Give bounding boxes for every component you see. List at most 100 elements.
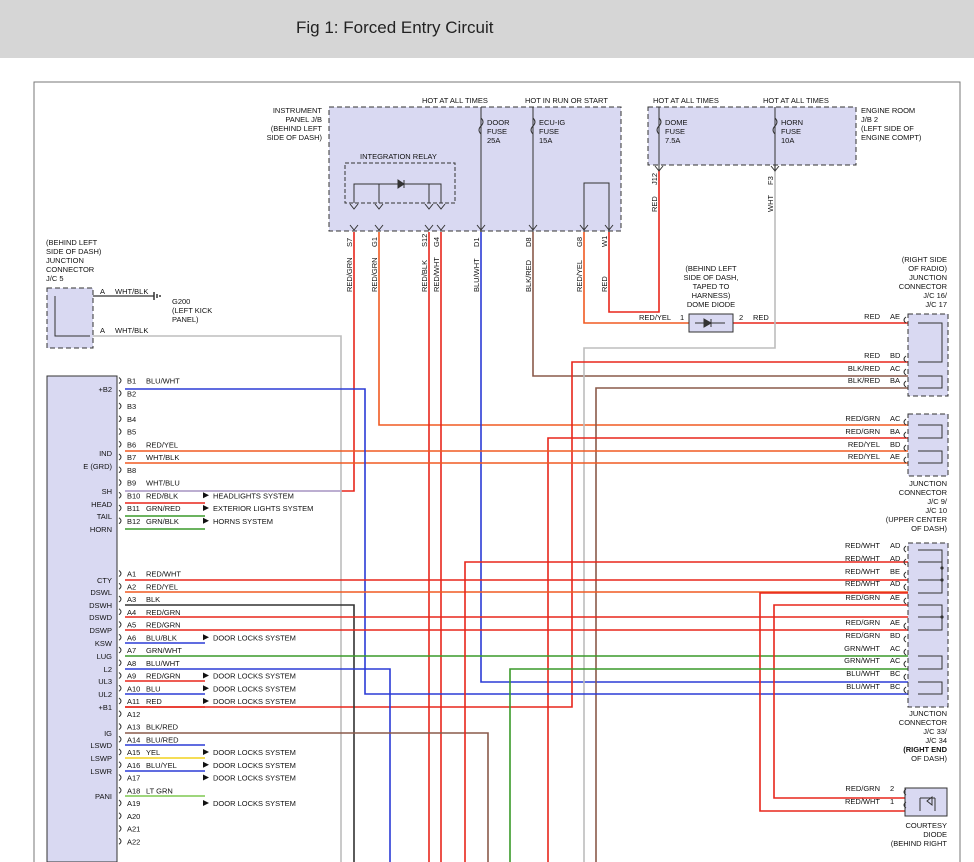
ecu-pin-a22: A22	[127, 837, 140, 846]
ecu-side-label-dswd: DSWD	[89, 613, 112, 622]
top-wire-g8: RED/YEL	[575, 260, 584, 292]
ecu-dest-a17: DOOR LOCKS SYSTEM	[213, 774, 296, 783]
jc33-wire-1: RED/WHT	[845, 554, 880, 563]
ip-jb-label: INSTRUMENT PANEL J/B (BEHIND LEFT SIDE O…	[267, 106, 323, 142]
ecu-dest-a16: DOOR LOCKS SYSTEM	[213, 761, 296, 770]
svg-text:(BEHIND LEFT: (BEHIND LEFT	[46, 238, 98, 247]
ecu-side-label-lswp: LSWP	[91, 754, 112, 763]
courtesy-pin-1: 1	[890, 797, 894, 806]
top-pin-s12: S12	[420, 234, 429, 247]
svg-text:(LEFT SIDE OF: (LEFT SIDE OF	[861, 124, 914, 133]
courtesy-diode-box	[904, 787, 948, 817]
integration-relay-label: INTEGRATION RELAY	[360, 152, 437, 161]
jc33-wire-2: RED/WHT	[845, 567, 880, 576]
ecu-pin-mark-b11	[118, 504, 122, 512]
svg-text:25A: 25A	[487, 136, 500, 145]
svg-text:JUNCTION: JUNCTION	[909, 273, 947, 282]
ecu-pin-a19: A19	[127, 799, 140, 808]
ecu-pin-b10: B10	[127, 491, 140, 500]
svg-text:SIDE OF DASH,: SIDE OF DASH,	[683, 273, 738, 282]
svg-text:CONNECTOR: CONNECTOR	[899, 282, 948, 291]
svg-text:7.5A: 7.5A	[665, 136, 680, 145]
ecu-wire-a6: BLU/BLK	[146, 633, 177, 642]
jc9-pin-mark-1	[903, 431, 907, 439]
ecu-dest-a19: DOOR LOCKS SYSTEM	[213, 799, 296, 808]
svg-text:FUSE: FUSE	[487, 127, 507, 136]
jc9-label: JUNCTION CONNECTOR J/C 9/ J/C 10 (UPPER …	[886, 479, 948, 533]
ecu-pin-b5: B5	[127, 428, 136, 437]
ecu-pin-a5: A5	[127, 621, 136, 630]
jc33-pin-mark-8	[903, 660, 907, 668]
ecu-pin-a20: A20	[127, 812, 140, 821]
svg-text:ENGINE COMPT): ENGINE COMPT)	[861, 133, 922, 142]
jc33-pin-3: AD	[890, 579, 901, 588]
svg-text:ECU-IG: ECU-IG	[539, 118, 565, 127]
svg-text:J/C 10: J/C 10	[925, 506, 947, 515]
jc5-wire-2: WHT/BLK	[115, 326, 148, 335]
wire-jc33-red-wht-2	[464, 561, 918, 862]
ecu-pin-mark-a17	[118, 774, 122, 781]
jc33-pin-mark-7	[903, 648, 907, 656]
jc9-wire-1: RED/GRN	[845, 427, 880, 436]
jc33-wire-7: GRN/WHT	[844, 644, 880, 653]
jc33-pin-mark-0	[903, 545, 907, 553]
svg-text:G200: G200	[172, 297, 190, 306]
ecu-pin-mark-b6	[118, 440, 122, 448]
jc33-pin-7: AC	[890, 644, 901, 653]
ecu-pin-b4: B4	[127, 415, 136, 424]
ecu-pin-a3: A3	[127, 595, 136, 604]
ecu-side-label-ind: IND	[99, 449, 113, 458]
svg-text:PANEL): PANEL)	[172, 315, 199, 324]
ecu-pin-mark-a14	[118, 735, 122, 743]
top-wire-g4: RED/WHT	[432, 257, 441, 292]
ecu-pin-mark-b9	[118, 479, 122, 486]
ecu-pin-b11: B11	[127, 504, 140, 513]
svg-text:PANEL J/B: PANEL J/B	[285, 115, 322, 124]
svg-text:DOME DIODE: DOME DIODE	[687, 300, 735, 309]
arrow-icon	[203, 517, 209, 524]
top-pin-d1: D1	[472, 237, 481, 247]
ecu-side-label-ul3: UL3	[98, 677, 112, 686]
top-pin-w1: W1	[600, 236, 609, 247]
jc33-pin-mark-10	[903, 686, 907, 694]
courtesy-wire-0: RED/GRN	[845, 784, 880, 793]
svg-text:(RIGHT END: (RIGHT END	[903, 745, 947, 754]
ecu-wire-b11: GRN/RED	[146, 504, 181, 513]
svg-text:OF DASH): OF DASH)	[911, 524, 947, 533]
svg-text:J/C 9/: J/C 9/	[927, 497, 948, 506]
wire-f3-wht	[583, 165, 776, 862]
ip-hot-label-1: HOT AT ALL TIMES	[422, 96, 488, 105]
ecu-pin-mark-b7	[118, 453, 122, 461]
svg-text:15A: 15A	[539, 136, 552, 145]
courtesy-pin-0: 2	[890, 784, 894, 793]
jc33-pin-9: BC	[890, 669, 901, 678]
ecu-pin-a7: A7	[127, 646, 136, 655]
jc9-pin-3: AE	[890, 452, 900, 461]
ecu-side-label-pani: PANI	[95, 792, 112, 801]
jc33-pin-6: BD	[890, 631, 901, 640]
wiring-diagram: INSTRUMENT PANEL J/B (BEHIND LEFT SIDE O…	[33, 81, 961, 862]
ecu-pin-mark-a9	[118, 672, 122, 679]
ecu-wire-a13: BLK/RED	[146, 723, 179, 732]
jc16-pin-3: BA	[890, 376, 900, 385]
svg-text:FUSE: FUSE	[781, 127, 801, 136]
top-wire-g1: RED/GRN	[370, 257, 379, 292]
svg-text:(LEFT KICK: (LEFT KICK	[172, 306, 212, 315]
ecu-dest-a11: DOOR LOCKS SYSTEM	[213, 697, 296, 706]
svg-text:J/B 2: J/B 2	[861, 115, 878, 124]
jc33-wire-9: BLU/WHT	[846, 669, 880, 678]
ecu-pin-mark-b10	[118, 491, 122, 499]
top-wire-d1: BLU/WHT	[472, 258, 481, 292]
ecu-wire-a7: GRN/WHT	[146, 646, 182, 655]
svg-text:J/C 16/: J/C 16/	[923, 291, 948, 300]
ecu-pin-b8: B8	[127, 466, 136, 475]
svg-text:DOME: DOME	[665, 118, 688, 127]
ecu-pin-mark-a18	[118, 786, 122, 794]
ecu-wire-a14: BLU/RED	[146, 735, 179, 744]
ground-icon	[153, 292, 161, 300]
ecu-wire-a8: BLU/WHT	[146, 659, 180, 668]
jc9-pin-mark-3	[903, 456, 907, 464]
ecu-pin-b1: B1	[127, 377, 136, 386]
jc16-wire-1: RED	[864, 351, 880, 360]
ecu-pin-mark-a1	[118, 570, 122, 577]
